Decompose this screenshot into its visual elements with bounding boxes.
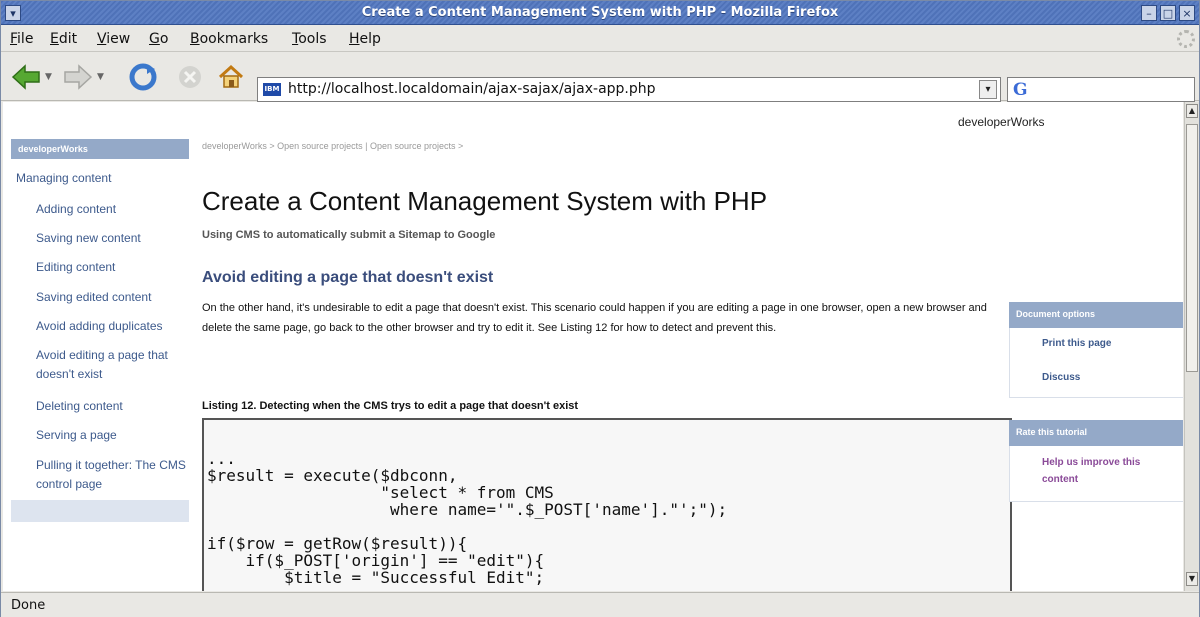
forward-button[interactable]: ▼ bbox=[63, 63, 104, 91]
minimize-icon: – bbox=[1146, 6, 1152, 20]
scroll-down-button[interactable]: ▼ bbox=[1186, 572, 1198, 586]
leftnav-item-saving-new-content[interactable]: Saving new content bbox=[36, 229, 186, 248]
url-input[interactable]: http://localhost.localdomain/ajax-sajax/… bbox=[288, 81, 656, 97]
leftnav-header[interactable]: developerWorks bbox=[11, 139, 189, 159]
activity-throbber-icon bbox=[1177, 30, 1195, 48]
leftnav-footer-bar bbox=[11, 500, 189, 522]
print-page-link[interactable]: Print this page bbox=[1042, 338, 1111, 349]
browser-window: ▾ Create a Content Management System wit… bbox=[0, 0, 1200, 617]
stop-icon bbox=[179, 66, 201, 88]
page-subtitle: Using CMS to automatically submit a Site… bbox=[202, 229, 496, 241]
menu-bar: File Edit View Go Bookmarks Tools Help bbox=[1, 26, 1199, 52]
close-icon: × bbox=[1182, 6, 1192, 20]
back-arrow-icon bbox=[11, 64, 40, 90]
menu-view[interactable]: View bbox=[97, 31, 130, 47]
site-brand[interactable]: developerWorks bbox=[958, 115, 1044, 129]
arrow-up-icon: ▲ bbox=[1188, 106, 1196, 115]
leftnav-item-avoid-adding-duplicates[interactable]: Avoid adding duplicates bbox=[36, 317, 186, 336]
leftnav-item-adding-content[interactable]: Adding content bbox=[36, 200, 186, 219]
page-content: developerWorks developerWorks Managing c… bbox=[3, 102, 1183, 591]
status-bar: Done bbox=[1, 592, 1199, 617]
leftnav-item-pulling-it-together[interactable]: Pulling it together: The CMS control pag… bbox=[36, 456, 186, 494]
forward-arrow-icon bbox=[64, 64, 93, 90]
minimize-button[interactable]: – bbox=[1141, 5, 1157, 21]
menu-help[interactable]: Help bbox=[349, 31, 381, 47]
scroll-thumb[interactable] bbox=[1186, 124, 1198, 372]
document-options-header: Document options bbox=[1009, 302, 1183, 328]
listing-caption: Listing 12. Detecting when the CMS trys … bbox=[202, 400, 579, 412]
vertical-scrollbar[interactable]: ▲ ▼ bbox=[1184, 102, 1199, 591]
maximize-button[interactable]: □ bbox=[1160, 5, 1176, 21]
discuss-link[interactable]: Discuss bbox=[1042, 372, 1080, 383]
reload-button[interactable] bbox=[128, 63, 158, 91]
forward-history-dropdown-icon[interactable]: ▼ bbox=[97, 72, 104, 82]
code-listing: ... $result = execute($dbconn, "select *… bbox=[202, 418, 1012, 591]
breadcrumb[interactable]: developerWorks > Open source projects | … bbox=[202, 141, 463, 151]
home-button[interactable] bbox=[217, 63, 245, 91]
leftnav-item-avoid-editing-nonexistent[interactable]: Avoid editing a page that doesn't exist bbox=[36, 346, 186, 384]
menu-edit[interactable]: Edit bbox=[50, 31, 77, 47]
menu-bookmarks[interactable]: Bookmarks bbox=[190, 31, 268, 47]
status-text: Done bbox=[11, 598, 46, 613]
leftnav-item-deleting-content[interactable]: Deleting content bbox=[36, 397, 186, 416]
page-title: Create a Content Management System with … bbox=[202, 186, 768, 216]
navigation-toolbar: ▼ ▼ IBM http://localhost.localdomain/aja… bbox=[1, 53, 1199, 102]
title-bar[interactable]: ▾ Create a Content Management System wit… bbox=[1, 1, 1199, 25]
leftnav-item-editing-content[interactable]: Editing content bbox=[36, 258, 186, 277]
close-button[interactable]: × bbox=[1179, 5, 1195, 21]
arrow-down-icon: ▼ bbox=[1188, 574, 1196, 583]
menu-file[interactable]: File bbox=[10, 31, 33, 47]
google-search-engine-icon[interactable]: G bbox=[1013, 80, 1028, 100]
improve-content-link[interactable]: Help us improve this content bbox=[1042, 454, 1172, 488]
scroll-up-button[interactable]: ▲ bbox=[1186, 104, 1198, 118]
document-options-panel: Print this page Discuss bbox=[1009, 328, 1183, 398]
home-icon bbox=[218, 64, 244, 88]
back-history-dropdown-icon[interactable]: ▼ bbox=[45, 72, 52, 82]
search-input[interactable]: G bbox=[1007, 77, 1195, 102]
menu-tools[interactable]: Tools bbox=[292, 31, 327, 47]
rate-tutorial-header: Rate this tutorial bbox=[1009, 420, 1183, 446]
menu-go[interactable]: Go bbox=[149, 31, 168, 47]
leftnav-item-managing-content[interactable]: Managing content bbox=[16, 169, 111, 188]
url-bar[interactable]: IBM http://localhost.localdomain/ajax-sa… bbox=[257, 77, 1001, 102]
leftnav-item-serving-a-page[interactable]: Serving a page bbox=[36, 426, 186, 445]
leftnav-item-saving-edited-content[interactable]: Saving edited content bbox=[36, 288, 186, 307]
reload-icon bbox=[129, 63, 157, 91]
chevron-down-icon: ▾ bbox=[985, 84, 991, 95]
section-heading: Avoid editing a page that doesn't exist bbox=[202, 269, 494, 286]
stop-button[interactable] bbox=[177, 63, 203, 91]
rate-tutorial-panel: Help us improve this content bbox=[1009, 446, 1183, 502]
site-favicon-icon: IBM bbox=[263, 83, 281, 96]
url-history-dropdown[interactable]: ▾ bbox=[979, 80, 997, 99]
maximize-icon: □ bbox=[1162, 6, 1174, 20]
back-button[interactable]: ▼ bbox=[11, 63, 52, 91]
window-title: Create a Content Management System with … bbox=[361, 5, 839, 20]
body-paragraph: On the other hand, it's undesirable to e… bbox=[202, 302, 987, 334]
code-text: ... $result = execute($dbconn, "select *… bbox=[207, 449, 728, 587]
